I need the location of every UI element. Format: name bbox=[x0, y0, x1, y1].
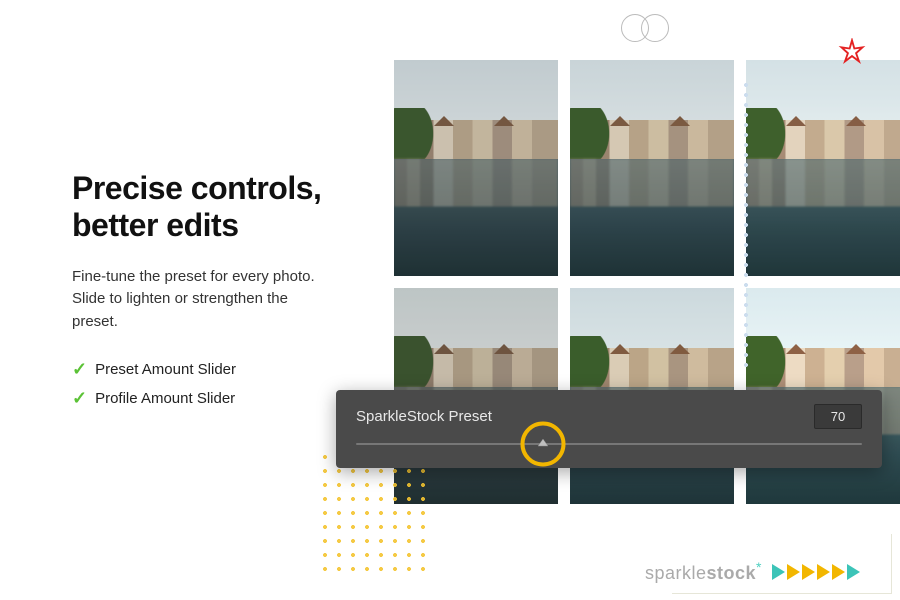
asterisk-icon: * bbox=[756, 559, 762, 575]
star-icon bbox=[838, 38, 866, 66]
slider-label: SparkleStock Preset bbox=[356, 408, 492, 425]
feature-list: ✓ Preset Amount Slider ✓ Profile Amount … bbox=[72, 359, 360, 409]
decorative-dots-yellow bbox=[318, 450, 428, 580]
feature-label: Preset Amount Slider bbox=[95, 361, 236, 378]
slider-value-box[interactable]: 70 bbox=[814, 404, 862, 429]
triangle-row-icon bbox=[772, 564, 860, 580]
brand-name-bold: stock bbox=[707, 563, 757, 583]
description: Fine-tune the preset for every photo. Sl… bbox=[72, 266, 332, 334]
gallery-panel bbox=[390, 0, 900, 600]
preset-slider-panel: SparkleStock Preset 70 bbox=[336, 390, 882, 468]
gallery-thumb bbox=[570, 60, 734, 276]
feature-label: Profile Amount Slider bbox=[95, 390, 235, 407]
feature-item-2: ✓ Profile Amount Slider bbox=[72, 388, 360, 409]
overlap-circles-icon bbox=[617, 14, 673, 44]
check-icon: ✓ bbox=[72, 359, 87, 380]
slider-track[interactable] bbox=[356, 443, 862, 445]
gallery-thumb bbox=[746, 60, 900, 276]
slider-thumb[interactable] bbox=[537, 438, 549, 450]
brand-name-light: sparkle bbox=[645, 563, 707, 583]
headline: Precise controls, better edits bbox=[72, 170, 360, 244]
gallery-thumb bbox=[394, 60, 558, 276]
feature-item-1: ✓ Preset Amount Slider bbox=[72, 359, 360, 380]
check-icon: ✓ bbox=[72, 388, 87, 409]
brand-footer: sparklestock* bbox=[645, 559, 860, 584]
brand-logo-text: sparklestock* bbox=[645, 559, 762, 584]
decorative-dots-vertical bbox=[741, 80, 751, 370]
